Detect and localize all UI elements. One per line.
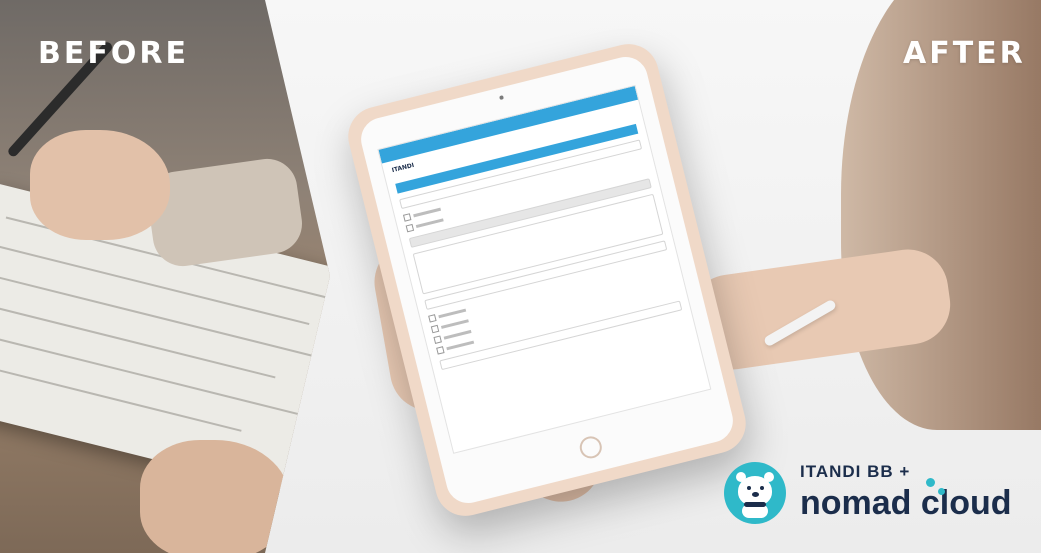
checkbox-icon (428, 314, 437, 323)
tablet-screen: ITANDI (377, 84, 712, 454)
polar-bear-icon (724, 462, 786, 524)
before-label: BEFORE (38, 36, 189, 71)
brand-name-top: ITANDI BB + (800, 462, 911, 481)
checkbox-label (438, 308, 467, 319)
checkbox-icon (402, 213, 412, 222)
logo-dot (926, 478, 935, 487)
bear-eye (747, 486, 751, 490)
paper-line (0, 362, 242, 432)
tablet: ITANDI (341, 37, 753, 523)
before-bottom-hand (140, 440, 290, 553)
tablet-home-button (577, 434, 605, 461)
before-writing-hand (30, 130, 170, 240)
bear-eye (760, 486, 764, 490)
screen-app-logo: ITANDI (391, 161, 415, 175)
checkbox-label (443, 329, 472, 340)
bear-scarf (744, 502, 766, 507)
paper-line (0, 245, 310, 326)
checkbox-label (446, 340, 475, 351)
comparison-image: ITANDI BEFORE AFTER ITANDI BB + nomad cl… (0, 0, 1041, 553)
logo-dot (938, 488, 945, 495)
checkbox-icon (405, 223, 415, 233)
after-label: AFTER (903, 36, 1026, 71)
bear-nose (752, 492, 759, 497)
brand-logo: ITANDI BB + nomad cloud (724, 458, 1034, 528)
checkbox-icon (436, 346, 445, 355)
tablet-camera (499, 95, 504, 101)
checkbox-label (413, 207, 442, 218)
checkbox-label (415, 218, 444, 229)
checkbox-label (440, 319, 469, 329)
checkbox-icon (430, 324, 440, 334)
checkbox-icon (433, 335, 442, 344)
paper-line (0, 303, 276, 379)
tablet-bezel: ITANDI (356, 52, 738, 508)
brand-name-main: nomad cloud (800, 484, 1012, 522)
